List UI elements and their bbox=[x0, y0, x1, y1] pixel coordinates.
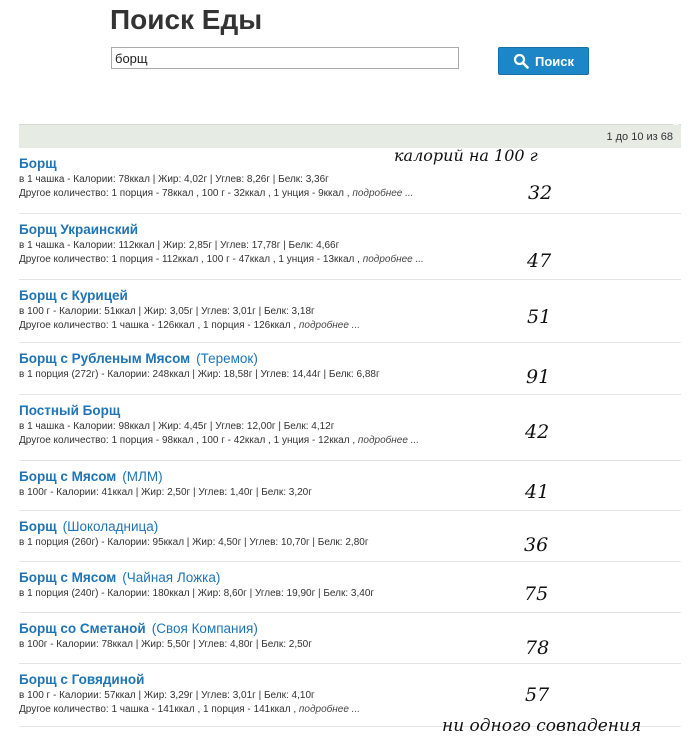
item-other-amounts: Другое количество: 1 порция - 112ккал , … bbox=[19, 253, 681, 267]
item-brand: (Своя Компания) bbox=[151, 621, 258, 636]
results-bar: 1 до 10 из 68 bbox=[19, 121, 681, 148]
annotation-footer: ни одного совпадения bbox=[442, 716, 642, 736]
item-other-amounts: Другое количество: 1 чашка - 126ккал , 1… bbox=[19, 319, 681, 333]
list-item: Борщ в 1 чашка - Калории: 78ккал | Жир: 4… bbox=[19, 155, 681, 214]
item-name: Борщ bbox=[19, 156, 57, 171]
item-name: Борщ Украинский bbox=[19, 222, 139, 237]
item-brand: (Теремок) bbox=[196, 351, 258, 366]
list-item: Борщ с Мясом (МЛМ) в 100г - Калории: 41кка… bbox=[19, 468, 681, 511]
item-nutrition: в 1 чашка - Калории: 98ккал | Жир: 4,45г… bbox=[19, 421, 335, 432]
item-title[interactable]: Борщ с Мясом (Чайная Ложка) bbox=[19, 569, 681, 587]
page-title: Поиск Еды bbox=[110, 4, 263, 35]
item-name: Борщ с Рубленым Мясом bbox=[19, 351, 191, 366]
item-other-amounts: Другое количество: 1 порция - 98ккал , 1… bbox=[19, 434, 681, 448]
item-other-text: Другое количество: 1 чашка - 141ккал , 1… bbox=[19, 704, 297, 715]
item-other-text: Другое количество: 1 порция - 98ккал , 1… bbox=[19, 435, 356, 446]
item-nutrition: в 1 порция (240г) - Калории: 180ккал | Ж… bbox=[19, 588, 375, 599]
corner-mark bbox=[671, 121, 681, 125]
results-count: 1 до 10 из 68 bbox=[606, 131, 673, 143]
annotation-value: 32 bbox=[528, 182, 553, 204]
item-other-text: Другое количество: 1 порция - 78ккал , 1… bbox=[19, 188, 350, 199]
list-item: Борщ с Рубленым Мясом (Теремок) в 1 порция… bbox=[19, 350, 681, 395]
annotation-value: 36 bbox=[524, 534, 549, 556]
item-nutrition: в 100г - Калории: 78ккал | Жир: 5,50г | … bbox=[19, 639, 312, 650]
annotation-value: 42 bbox=[525, 421, 550, 443]
item-name: Борщ с Мясом bbox=[19, 469, 117, 484]
search-input[interactable] bbox=[111, 47, 459, 69]
list-item: Борщ с Мясом (Чайная Ложка) в 1 порция (24… bbox=[19, 569, 681, 613]
list-item: Постный Борщ в 1 чашка - Калории: 98ккал … bbox=[19, 402, 681, 461]
list-item: Борщ (Шоколадница) в 1 порция (260г) - Кал… bbox=[19, 518, 681, 562]
item-nutrition: в 1 порция (272г) - Калории: 248ккал | Ж… bbox=[19, 369, 380, 380]
annotation-value: 57 bbox=[525, 684, 550, 706]
item-title[interactable]: Постный Борщ bbox=[19, 402, 681, 420]
list-item: Борщ Украинский в 1 чашка - Калории: 112к… bbox=[19, 221, 681, 280]
item-nutrition: в 1 порция (260г) - Калории: 95ккал | Жи… bbox=[19, 537, 369, 548]
item-nutrition: в 1 чашка - Калории: 112ккал | Жир: 2,85… bbox=[19, 240, 340, 251]
item-nutrition: в 100г - Калории: 41ккал | Жир: 2,50г | … bbox=[19, 487, 312, 498]
item-other-amounts: Другое количество: 1 порция - 78ккал , 1… bbox=[19, 187, 681, 201]
search-button[interactable]: Поиск bbox=[498, 47, 589, 75]
item-name: Борщ с Курицей bbox=[19, 288, 128, 303]
item-name: Борщ с Мясом bbox=[19, 570, 117, 585]
item-name: Постный Борщ bbox=[19, 403, 121, 418]
item-title[interactable]: Борщ Украинский bbox=[19, 221, 681, 239]
item-brand: (Шоколадница) bbox=[62, 519, 159, 534]
annotation-value: 91 bbox=[526, 366, 551, 388]
item-title[interactable]: Борщ bbox=[19, 155, 681, 173]
annotation-value: 75 bbox=[524, 583, 549, 605]
annotation-header: калорий на 100 г bbox=[394, 146, 538, 165]
item-nutrition: в 100 г - Калории: 51ккал | Жир: 3,05г |… bbox=[19, 306, 315, 317]
item-brand: (Чайная Ложка) bbox=[122, 570, 221, 585]
item-title[interactable]: Борщ с Рубленым Мясом (Теремок) bbox=[19, 350, 681, 368]
annotation-value: 51 bbox=[527, 306, 552, 328]
more-link[interactable]: подробнее ... bbox=[352, 188, 413, 199]
more-link[interactable]: подробнее ... bbox=[299, 320, 360, 331]
more-link[interactable]: подробнее ... bbox=[363, 254, 424, 265]
more-link[interactable]: подробнее ... bbox=[299, 704, 360, 715]
item-brand: (МЛМ) bbox=[122, 469, 163, 484]
item-name: Борщ bbox=[19, 519, 57, 534]
more-link[interactable]: подробнее ... bbox=[358, 435, 419, 446]
item-other-text: Другое количество: 1 порция - 112ккал , … bbox=[19, 254, 360, 265]
item-other-text: Другое количество: 1 чашка - 126ккал , 1… bbox=[19, 320, 297, 331]
list-item: Борщ с Курицей в 100 г - Калории: 51ккал … bbox=[19, 287, 681, 343]
item-nutrition: в 1 чашка - Калории: 78ккал | Жир: 4,02г… bbox=[19, 174, 329, 185]
annotation-value: 47 bbox=[527, 250, 552, 272]
item-title[interactable]: Борщ со Сметаной (Своя Компания) bbox=[19, 620, 681, 638]
item-nutrition: в 100 г - Калории: 57ккал | Жир: 3,29г |… bbox=[19, 690, 315, 701]
item-other-amounts: Другое количество: 1 чашка - 141ккал , 1… bbox=[19, 703, 681, 717]
item-title[interactable]: Борщ с Курицей bbox=[19, 287, 681, 305]
item-title[interactable]: Борщ с Мясом (МЛМ) bbox=[19, 468, 681, 486]
search-icon bbox=[513, 53, 529, 69]
item-name: Борщ с Говядиной bbox=[19, 672, 145, 687]
item-title[interactable]: Борщ с Говядиной bbox=[19, 671, 681, 689]
search-button-label: Поиск bbox=[534, 53, 574, 69]
item-title[interactable]: Борщ (Шоколадница) bbox=[19, 518, 681, 536]
annotation-value: 78 bbox=[525, 637, 550, 659]
item-name: Борщ со Сметаной bbox=[19, 621, 146, 636]
annotation-value: 41 bbox=[525, 481, 550, 503]
list-item: Борщ со Сметаной (Своя Компания) в 100г - … bbox=[19, 620, 681, 664]
